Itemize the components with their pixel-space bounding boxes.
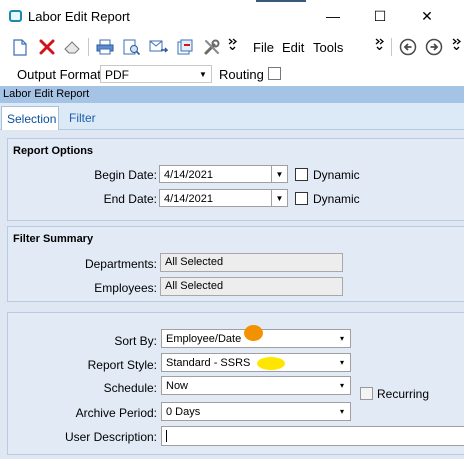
- calendar-dropdown-icon: ▼: [271, 166, 287, 182]
- toolbar-separator: [88, 38, 89, 56]
- title-bar: Labor Edit Report — ☐ ✕: [0, 0, 464, 32]
- report-options-panel: Report Options Begin Date: 4/14/2021 ▼ D…: [7, 138, 464, 221]
- output-format-label: Output Format:: [17, 67, 105, 82]
- archive-period-value: 0 Days: [166, 406, 201, 418]
- forward-icon[interactable]: [424, 37, 444, 57]
- end-date-picker[interactable]: 4/14/2021 ▼: [159, 189, 288, 207]
- begin-date-picker[interactable]: 4/14/2021 ▼: [159, 165, 288, 183]
- report-style-select[interactable]: Standard - SSRS ▾: [161, 353, 351, 372]
- calendar-dropdown-icon: ▼: [271, 190, 287, 206]
- output-format-select[interactable]: PDF ▼: [100, 65, 212, 83]
- yellow-highlight-marker: [257, 357, 285, 370]
- toolbar-end-chevron[interactable]: [452, 38, 462, 51]
- menu-overflow-chevron[interactable]: [375, 38, 385, 51]
- window-title: Labor Edit Report: [28, 9, 130, 24]
- tab-selection[interactable]: Selection: [1, 106, 59, 130]
- chevron-down-icon: ▾: [339, 334, 344, 343]
- refresh-icon[interactable]: [175, 37, 195, 57]
- report-options-title: Report Options: [13, 145, 94, 157]
- recurring-label: Recurring: [377, 387, 430, 401]
- orange-highlight-marker: [244, 325, 263, 341]
- sort-by-label: Sort By:: [114, 334, 157, 348]
- departments-field: All Selected: [160, 253, 343, 272]
- chevron-down-icon: ▼: [199, 69, 207, 79]
- delete-icon[interactable]: [37, 37, 57, 57]
- menu-tools[interactable]: Tools: [313, 40, 343, 55]
- begin-date-dynamic-checkbox[interactable]: [295, 168, 308, 181]
- maximize-button[interactable]: ☐: [357, 4, 403, 28]
- email-icon[interactable]: [148, 37, 168, 57]
- filter-summary-title: Filter Summary: [13, 233, 94, 245]
- chevron-down-icon: ▾: [339, 358, 344, 367]
- report-style-label: Report Style:: [87, 358, 157, 372]
- new-document-icon[interactable]: [10, 37, 30, 57]
- toolbar-separator: [391, 38, 392, 56]
- end-date-dynamic-checkbox[interactable]: [295, 192, 308, 205]
- filter-summary-panel: Filter Summary Departments: All Selected…: [7, 226, 464, 302]
- employees-label: Employees:: [94, 281, 157, 295]
- app-icon: [9, 10, 22, 22]
- minimize-button[interactable]: —: [310, 4, 356, 28]
- tab-filter[interactable]: Filter: [64, 106, 101, 130]
- routing-label: Routing: [219, 67, 264, 82]
- text-cursor: [166, 430, 167, 442]
- end-date-label: End Date:: [103, 192, 157, 206]
- end-date-value: 4/14/2021: [164, 193, 213, 205]
- archive-period-select[interactable]: 0 Days ▾: [161, 402, 351, 421]
- toolbar: File Edit Tools: [0, 32, 464, 62]
- schedule-select[interactable]: Now ▾: [161, 376, 351, 395]
- employees-field: All Selected: [160, 277, 343, 296]
- eraser-icon[interactable]: [62, 37, 82, 57]
- options-bar: Output Format: PDF ▼ Routing: [0, 62, 464, 86]
- menu-file[interactable]: File: [253, 40, 274, 55]
- tab-strip: Selection Filter: [0, 103, 464, 130]
- recurring-checkbox[interactable]: [360, 387, 373, 400]
- print-icon[interactable]: [95, 37, 115, 57]
- chevron-down-icon: ▾: [339, 407, 344, 416]
- departments-label: Departments:: [84, 257, 157, 271]
- chevron-down-icon: ▾: [339, 381, 344, 390]
- report-header-bar: Labor Edit Report: [0, 86, 464, 103]
- settings-icon[interactable]: [202, 37, 222, 57]
- back-icon[interactable]: [398, 37, 418, 57]
- title-bar-accent: [256, 0, 306, 2]
- sort-by-value: Employee/Date: [166, 333, 242, 345]
- report-style-value: Standard - SSRS: [166, 357, 251, 369]
- report-settings-panel: Sort By: Employee/Date ▾ Report Style: S…: [7, 312, 464, 455]
- routing-checkbox[interactable]: [268, 67, 281, 80]
- user-description-label: User Description:: [64, 430, 157, 444]
- begin-date-dynamic-label: Dynamic: [313, 168, 360, 182]
- toolbar-overflow-chevron[interactable]: [228, 38, 238, 51]
- schedule-value: Now: [166, 380, 189, 392]
- output-format-value: PDF: [105, 68, 129, 82]
- print-preview-icon[interactable]: [122, 37, 142, 57]
- menu-edit[interactable]: Edit: [282, 40, 304, 55]
- begin-date-value: 4/14/2021: [164, 169, 213, 181]
- end-date-dynamic-label: Dynamic: [313, 192, 360, 206]
- user-description-input[interactable]: [161, 426, 464, 446]
- archive-period-label: Archive Period:: [75, 406, 157, 420]
- schedule-label: Schedule:: [103, 381, 157, 395]
- begin-date-label: Begin Date:: [94, 168, 157, 182]
- close-button[interactable]: ✕: [404, 4, 450, 28]
